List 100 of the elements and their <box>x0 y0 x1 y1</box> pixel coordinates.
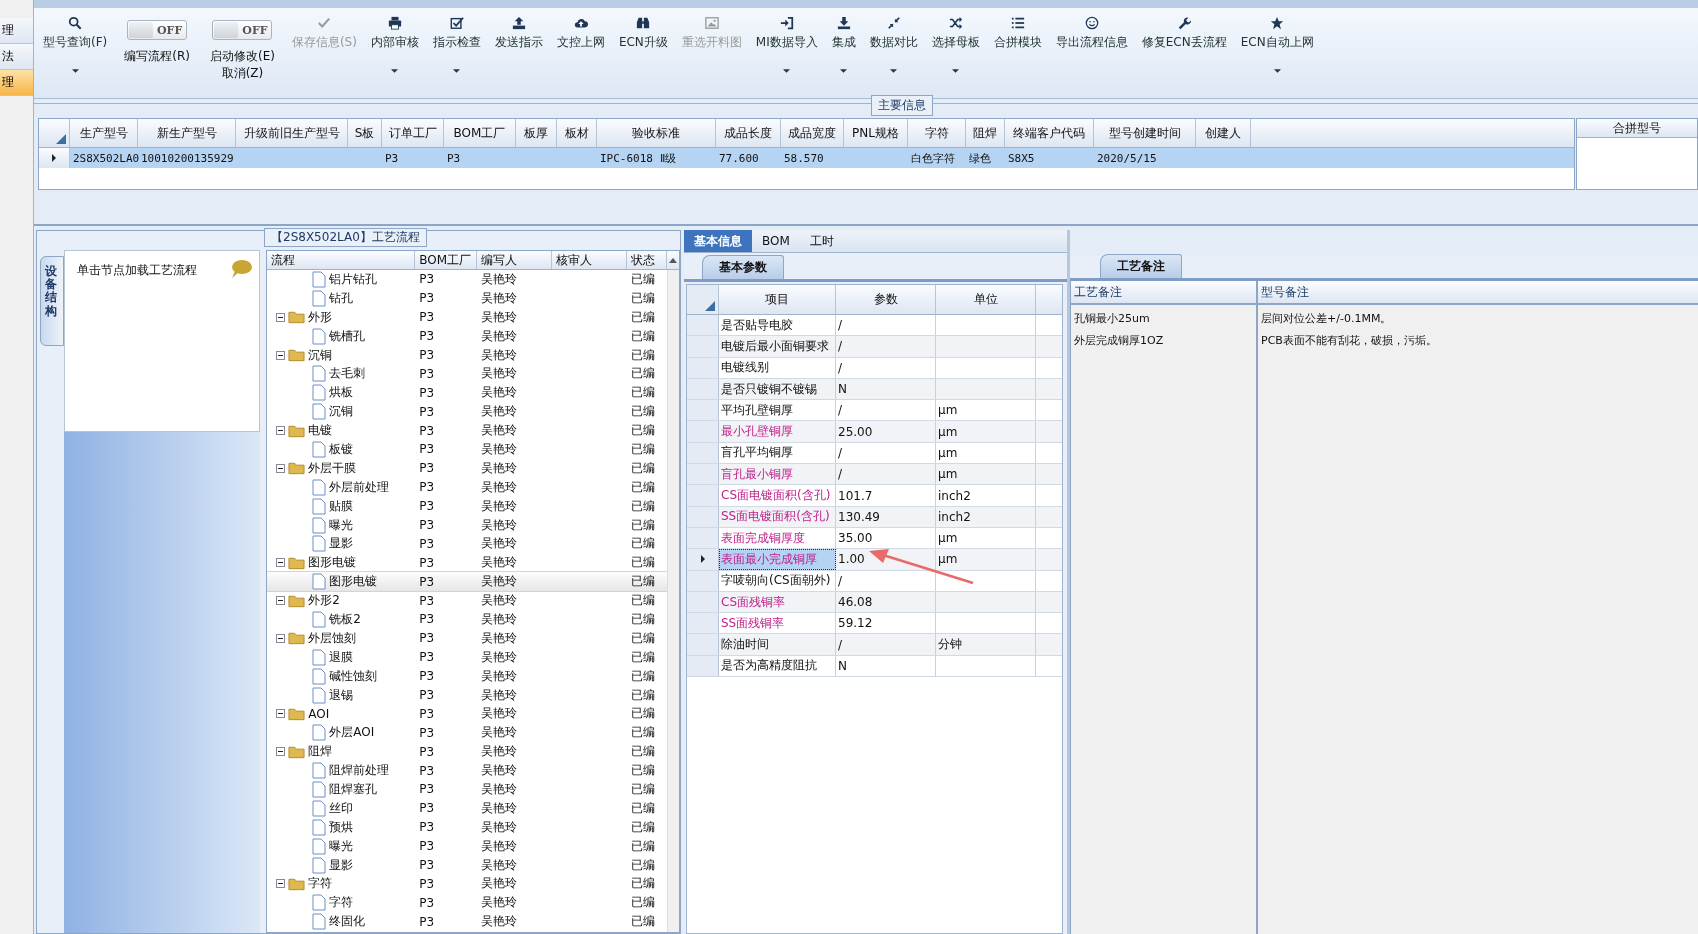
tree-row[interactable]: 外层前处理 P3 吴艳玲 已编 <box>267 477 668 497</box>
toolbar-button[interactable]: 指示检查 <box>427 12 486 86</box>
toolbar-button[interactable]: 选择母板 <box>926 12 985 86</box>
tree-row[interactable]: 终固化 P3 吴艳玲 已编 <box>267 912 668 932</box>
column-header[interactable]: BOM工厂 <box>444 119 516 147</box>
node-label[interactable]: 退膜 <box>329 648 354 666</box>
tab[interactable]: 工时 <box>799 230 844 252</box>
tree-row[interactable]: 阻焊前处理 P3 吴艳玲 已编 <box>267 761 668 781</box>
collapse-icon[interactable] <box>276 596 286 606</box>
tree-row[interactable]: 曝光 P3 吴艳玲 已编 <box>267 836 668 856</box>
tree-row[interactable]: 曝光 P3 吴艳玲 已编 <box>267 515 668 535</box>
column-header[interactable]: 成品宽度 <box>781 119 844 147</box>
tab[interactable]: BOM <box>752 230 800 252</box>
table-row[interactable]: 平均孔壁铜厚 / μm <box>687 400 1062 422</box>
tree-row[interactable]: 字符 P3 吴艳玲 已编 <box>267 893 668 913</box>
scrollbar[interactable] <box>667 270 679 932</box>
table-row[interactable]: 是否为高精度阻抗 N <box>687 655 1062 678</box>
row-header[interactable] <box>687 591 719 613</box>
table-row[interactable]: 2S8X502LA0 10010200135929 P3 P3 IPC-6018 Ⅱ级 77.600 58.570 白色字符 绿色 S8X5 2020/5/15 <box>39 148 1574 168</box>
scroll-up-icon[interactable] <box>669 257 678 263</box>
column-header[interactable]: 型号创建时间 <box>1094 119 1196 147</box>
toolbar-button[interactable]: 修复ECN丢流程 <box>1136 12 1232 86</box>
table-row[interactable]: 是否只镀铜不镀锡 N <box>687 378 1062 401</box>
toolbar-button[interactable]: ECN升级 <box>613 12 673 86</box>
tree-row[interactable]: AOI P3 吴艳玲 已编 <box>267 704 668 724</box>
node-label[interactable]: 外形2 <box>308 592 340 610</box>
nav-item[interactable]: 理 <box>0 70 33 96</box>
tree-row[interactable]: 钻孔 P3 吴艳玲 已编 <box>267 288 668 308</box>
tree-row[interactable]: 阻焊塞孔 P3 吴艳玲 已编 <box>267 780 668 799</box>
tree-row[interactable]: 阻焊 P3 吴艳玲 已编 <box>267 742 668 762</box>
node-label[interactable]: 曝光 <box>329 837 354 855</box>
collapse-icon[interactable] <box>276 558 286 568</box>
node-label[interactable]: 阻焊前处理 <box>329 762 390 780</box>
nav-item[interactable]: 法 <box>0 44 33 70</box>
node-label[interactable]: 退锡 <box>329 686 354 704</box>
tab[interactable]: 工艺备注 <box>1100 254 1182 278</box>
tree-row[interactable]: 外层AOI P3 吴艳玲 已编 <box>267 723 668 743</box>
column-header[interactable]: 板厚 <box>516 119 557 147</box>
row-header[interactable] <box>687 506 719 527</box>
column-header[interactable]: 阻焊 <box>966 119 1005 147</box>
tree-row[interactable]: 贴膜 P3 吴艳玲 已编 <box>267 496 668 516</box>
tree-row[interactable]: 碱性蚀刻 P3 吴艳玲 已编 <box>267 666 668 686</box>
node-label[interactable]: 显影 <box>329 856 354 874</box>
column-header[interactable]: 流程 <box>267 251 416 269</box>
tree-row[interactable]: 显影 P3 吴艳玲 已编 <box>267 534 668 554</box>
table-row[interactable]: 除油时间 / 分钟 <box>687 634 1062 656</box>
column-header[interactable]: 终端客户代码 <box>1005 119 1094 147</box>
node-label[interactable]: 外层干膜 <box>308 459 357 477</box>
tree-row[interactable]: 图形电镀 P3 吴艳玲 已编 <box>267 572 668 592</box>
node-label[interactable]: 板镀 <box>329 440 354 458</box>
table-row[interactable]: 盲孔最小铜厚 / μm <box>687 464 1062 486</box>
tree-row[interactable]: 沉铜 P3 吴艳玲 已编 <box>267 402 668 422</box>
row-header[interactable] <box>687 634 719 655</box>
column-header[interactable]: 生产型号 <box>70 119 138 147</box>
tree-row[interactable]: 板镀 P3 吴艳玲 已编 <box>267 440 668 459</box>
table-row[interactable]: SS面残铜率 59.12 <box>687 613 1062 635</box>
node-label[interactable]: 终固化 <box>329 913 366 931</box>
toolbar-button[interactable]: 合拼模块 <box>988 12 1047 86</box>
nav-item[interactable]: 理 <box>0 18 33 44</box>
tree-row[interactable]: 外形 P3 吴艳玲 已编 <box>267 307 668 327</box>
vertical-tab[interactable]: 设备结构 <box>40 256 64 346</box>
row-header[interactable] <box>687 527 719 549</box>
toolbar-button[interactable]: ECN自动上网 <box>1235 12 1319 86</box>
column-header[interactable]: 订单工厂 <box>382 119 444 147</box>
node-label[interactable]: 外形 <box>308 308 333 326</box>
tree-row[interactable]: 预烘 P3 吴艳玲 已编 <box>267 817 668 837</box>
node-label[interactable]: 字符 <box>329 894 354 912</box>
table-row[interactable]: CS面残铜率 46.08 <box>687 591 1062 614</box>
tree-row[interactable]: 字符 P3 吴艳玲 已编 <box>267 874 668 894</box>
row-header[interactable] <box>687 336 719 357</box>
node-label[interactable]: 预烘 <box>329 818 354 836</box>
node-label[interactable]: 字符 <box>308 875 333 893</box>
table-row[interactable]: 电镀后最小面铜要求 / <box>687 336 1062 358</box>
node-label[interactable]: 铣槽孔 <box>329 327 366 345</box>
row-header[interactable] <box>687 549 719 570</box>
tree-row[interactable]: 外形2 P3 吴艳玲 已编 <box>267 591 668 611</box>
node-label[interactable]: 丝印 <box>329 799 354 817</box>
node-label[interactable]: 外层前处理 <box>329 478 390 496</box>
node-label[interactable]: 图形电镀 <box>308 554 357 572</box>
toolbar-button[interactable]: 文控上网 <box>551 12 610 86</box>
row-header[interactable] <box>687 442 719 464</box>
collapse-icon[interactable] <box>276 879 286 889</box>
row-header[interactable] <box>687 613 719 634</box>
tree-row[interactable]: 丝印 P3 吴艳玲 已编 <box>267 798 668 818</box>
tree-row[interactable]: 电镀 P3 吴艳玲 已编 <box>267 421 668 440</box>
column-header[interactable]: 验收标准 <box>597 119 716 147</box>
collapse-icon[interactable] <box>276 312 286 322</box>
row-header[interactable] <box>687 464 719 485</box>
node-label[interactable]: 图形电镀 <box>329 573 378 591</box>
column-header[interactable]: 编写人 <box>477 251 553 269</box>
table-row[interactable]: 最小孔壁铜厚 25.00 μm <box>687 421 1062 443</box>
node-label[interactable]: 沉铜 <box>308 346 333 364</box>
column-header[interactable]: PNL规格 <box>844 119 908 147</box>
column-header[interactable]: 字符 <box>908 119 966 147</box>
node-label[interactable]: 电镀 <box>308 422 333 440</box>
table-row[interactable]: 是否贴导电胶 / <box>687 315 1062 337</box>
tree-row[interactable]: 去毛刺 P3 吴艳玲 已编 <box>267 364 668 384</box>
node-label[interactable]: 铣板2 <box>329 610 361 628</box>
table-row[interactable]: SS面电镀面积(含孔) 130.49 inch2 <box>687 506 1062 528</box>
column-header[interactable]: 状态 <box>627 251 668 269</box>
